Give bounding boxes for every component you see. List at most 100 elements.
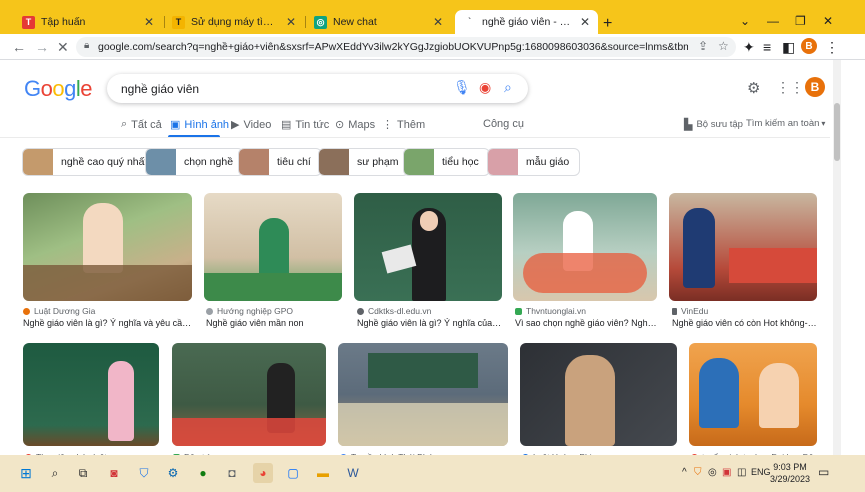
side-panel-icon[interactable]: ◧ <box>782 39 795 56</box>
account-avatar[interactable]: B <box>805 77 825 97</box>
notification-icon[interactable]: ▭ <box>818 465 829 479</box>
new-tab-icon[interactable]: + <box>603 15 612 33</box>
app-icon[interactable]: ◙ <box>104 463 124 483</box>
desk-shape <box>23 265 192 301</box>
result-thumbnail[interactable] <box>689 343 817 446</box>
mat-shape <box>204 273 342 301</box>
language-indicator[interactable]: ENG <box>751 467 771 477</box>
clock[interactable]: 9:03 PM 3/29/2023 <box>770 461 810 485</box>
lock-icon[interactable]: 🔒︎ <box>84 40 89 51</box>
chip-su-pham[interactable]: sư phạm <box>318 148 410 176</box>
tab-tap-huan[interactable]: T Tập huấn ✕ <box>14 10 162 34</box>
volume-icon[interactable]: ◫ <box>737 467 746 478</box>
network-tray-icon[interactable]: ◎ <box>708 467 717 478</box>
close-icon[interactable]: ✕ <box>144 15 154 29</box>
task-view-icon[interactable]: ⧉ <box>73 463 93 483</box>
result-thumbnail[interactable] <box>172 343 326 446</box>
chip-thumbnail <box>146 149 176 175</box>
lens-camera-icon[interactable]: ◉ <box>479 79 491 96</box>
chip-chon-nghe[interactable]: chọn nghề <box>145 148 245 176</box>
profile-avatar[interactable]: B <box>801 38 817 54</box>
address-bar[interactable]: 🔒︎ google.com/search?q=nghề+giáo+viên&sx… <box>76 37 736 57</box>
result-caption[interactable]: Nghề giáo viên có còn Hot không- Tố chấ.… <box>672 318 817 328</box>
tab-new-chat[interactable]: ◎ New chat ✕ <box>306 10 451 34</box>
result-source[interactable]: Luật Dương Gia <box>23 306 95 316</box>
close-window-icon[interactable]: ✕ <box>823 14 833 28</box>
tray-app-icon[interactable]: ▣ <box>722 467 731 478</box>
tab-label: Sử dụng máy tìm kiếm để tìm hiể <box>191 16 280 28</box>
result-thumbnail[interactable] <box>520 343 677 446</box>
bookmark-icon: ▙ <box>684 119 693 131</box>
clock-date: 3/29/2023 <box>770 474 811 484</box>
students-shape <box>729 248 817 283</box>
app-icon[interactable]: ● <box>193 463 213 483</box>
minimize-icon[interactable]: — <box>767 14 779 28</box>
menu-kebab-icon[interactable]: ⋮ <box>825 39 839 56</box>
result-source[interactable]: Hướng nghiệp GPO <box>206 306 293 316</box>
tab-google-search[interactable]: ˋ nghề giáo viên - Google Tìm kiế ✕ <box>455 10 598 34</box>
tab-images[interactable]: ▣ Hình ảnh <box>170 118 229 132</box>
close-icon[interactable]: ✕ <box>580 15 590 29</box>
result-source[interactable]: Thvntuonglai.vn <box>515 306 586 316</box>
result-thumbnail[interactable] <box>513 193 657 301</box>
back-icon[interactable]: ← <box>12 39 26 55</box>
reading-list-icon[interactable]: ≡ <box>763 39 771 55</box>
desks-shape <box>338 403 508 446</box>
tab-more[interactable]: ⋮ Thêm <box>382 118 425 132</box>
search-icon[interactable]: ⌕ <box>45 463 65 483</box>
safesearch-menu[interactable]: Tìm kiếm an toàn ▾ <box>746 118 825 129</box>
camera-icon[interactable]: ◘ <box>222 463 242 483</box>
result-source[interactable]: Cdktks-dl.edu.vn <box>357 306 431 316</box>
close-icon[interactable]: ✕ <box>433 15 443 29</box>
settings-icon[interactable]: ⚙ <box>163 463 183 483</box>
chip-tieu-hoc[interactable]: tiểu học <box>403 148 490 176</box>
result-caption[interactable]: Nghề giáo viên là gì? Ý nghĩa của nghề g… <box>357 318 502 328</box>
forward-icon[interactable]: → <box>35 39 49 55</box>
stop-icon[interactable]: ✕ <box>57 39 69 56</box>
result-caption[interactable]: Vì sao chọn nghề giáo viên? Nghề giáo ..… <box>515 318 657 328</box>
result-thumbnail[interactable] <box>354 193 502 301</box>
google-logo[interactable]: Google <box>24 76 93 102</box>
collections-link[interactable]: ▙ Bộ sưu tập <box>684 118 743 131</box>
scrollbar-thumb[interactable] <box>834 103 840 161</box>
microphone-icon[interactable]: 🎙︎ <box>453 79 471 96</box>
chevron-up-icon[interactable]: ^ <box>682 467 687 478</box>
restore-icon[interactable]: ❐ <box>795 14 806 28</box>
close-icon[interactable]: ✕ <box>286 15 296 29</box>
bookmark-star-icon[interactable]: ☆ <box>718 39 729 53</box>
windows-start-icon[interactable]: ⊞ <box>16 463 36 483</box>
tab-maps[interactable]: ⊙ Maps <box>335 118 375 132</box>
result-thumbnail[interactable] <box>23 343 159 446</box>
chip-mau-giao[interactable]: mẫu giáo <box>487 148 581 176</box>
share-icon[interactable]: ⇪ <box>698 39 708 53</box>
extensions-icon[interactable]: ✦ <box>743 39 755 56</box>
chrome-icon[interactable]: ◕ <box>253 463 273 483</box>
tab-all[interactable]: ⌕ Tất cả <box>121 118 162 131</box>
search-box[interactable]: nghề giáo viên 🎙︎ ◉ ⌕ <box>107 74 528 103</box>
search-input[interactable]: nghề giáo viên <box>121 82 199 96</box>
gear-icon[interactable]: ⚙ <box>747 79 760 97</box>
shield-icon[interactable]: ⛉ <box>134 463 154 483</box>
result-thumbnail[interactable] <box>338 343 508 446</box>
url-text[interactable]: google.com/search?q=nghề+giáo+viên&sxsrf… <box>98 41 688 53</box>
result-caption[interactable]: Nghề giáo viên là gì? Ý nghĩa và yêu cầu… <box>23 318 192 328</box>
word-icon[interactable]: W <box>343 463 363 483</box>
result-source[interactable]: VinEdu <box>672 306 708 316</box>
zalo-icon[interactable]: ▢ <box>283 463 303 483</box>
chatgpt-icon: ◎ <box>314 15 327 29</box>
tab-search-chevron-icon[interactable]: ⌄ <box>740 14 750 28</box>
file-explorer-icon[interactable]: ▬ <box>313 463 333 483</box>
tab-news[interactable]: ▤ Tin tức <box>281 118 329 132</box>
result-thumbnail[interactable] <box>204 193 342 301</box>
search-icon[interactable]: ⌕ <box>504 79 512 96</box>
tab-label: Tập huấn <box>41 16 86 28</box>
result-thumbnail[interactable] <box>669 193 817 301</box>
result-caption[interactable]: Nghề giáo viên mần non <box>206 318 342 328</box>
tools-button[interactable]: Công cụ <box>483 118 524 130</box>
chip-nghe-cao-quy-nhat[interactable]: nghề cao quý nhất <box>22 148 159 176</box>
tab-videos[interactable]: ▶ Video <box>231 118 271 132</box>
chip-tieu-chi[interactable]: tiêu chí <box>238 148 322 176</box>
result-thumbnail[interactable] <box>23 193 192 301</box>
security-tray-icon[interactable]: ⛉ <box>694 467 702 478</box>
tab-search-engine[interactable]: T Sử dụng máy tìm kiếm để tìm hiể ✕ <box>164 10 304 34</box>
